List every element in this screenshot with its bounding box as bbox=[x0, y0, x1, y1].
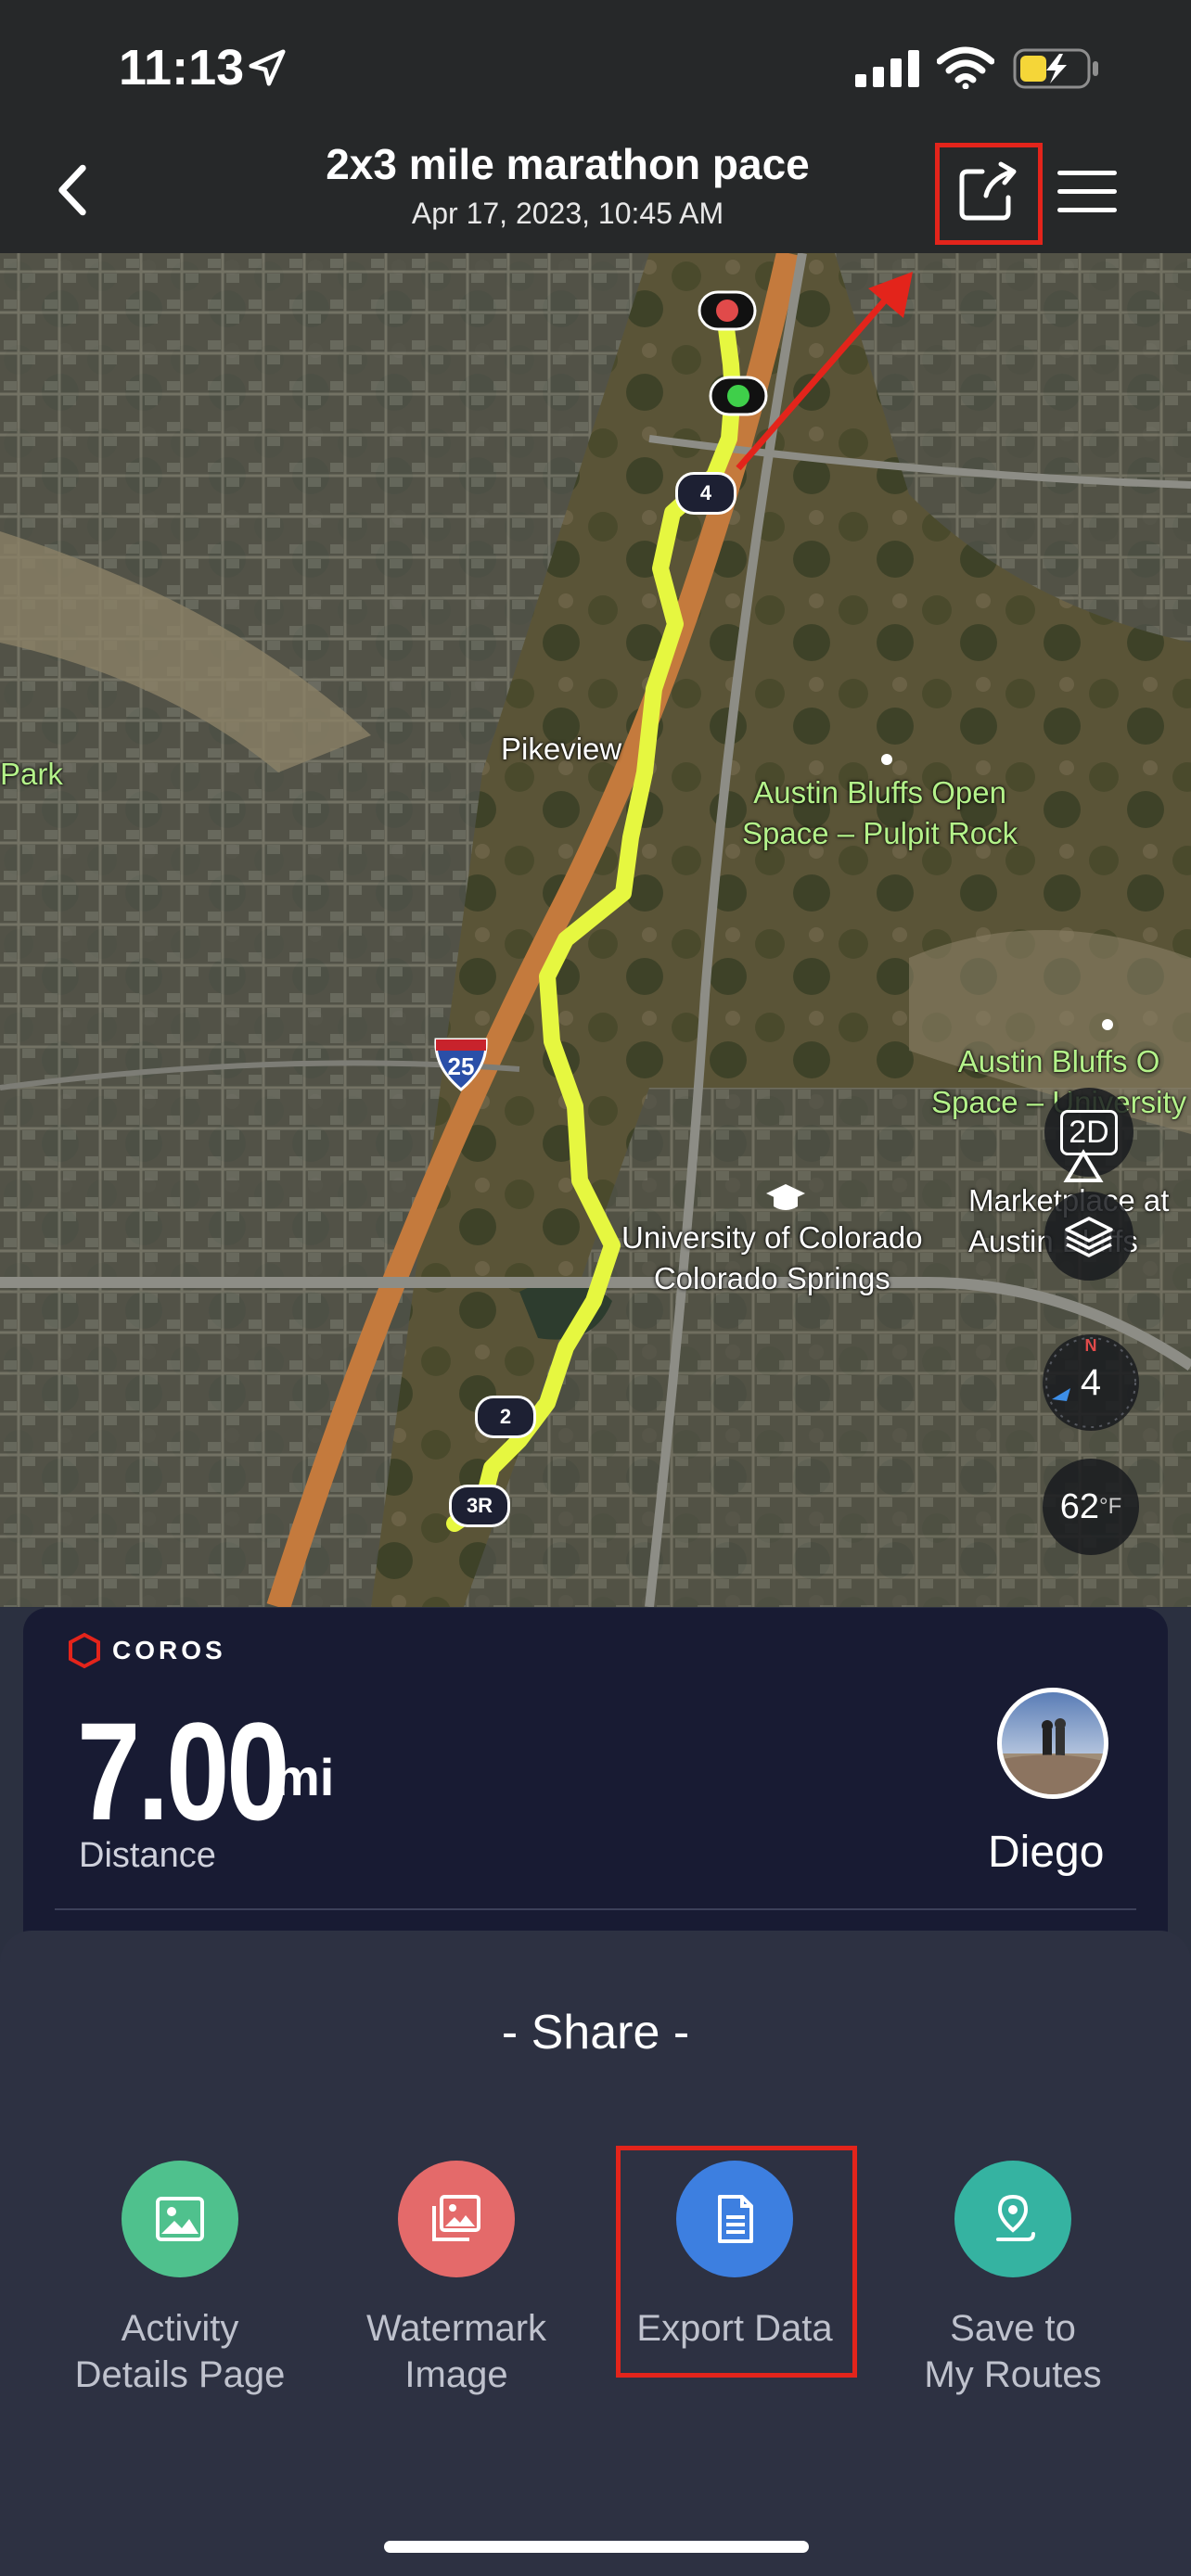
activity-header: 2x3 mile marathon pace Apr 17, 2023, 10:… bbox=[0, 130, 1191, 253]
brand-name: COROS bbox=[112, 1636, 226, 1664]
map-label-park: Park bbox=[0, 757, 63, 791]
avatar-photo bbox=[1002, 1718, 1104, 1794]
distance-unit: mi bbox=[274, 1748, 335, 1806]
card-divider bbox=[55, 1908, 1136, 1910]
satellite-map-background bbox=[0, 253, 1191, 1607]
compass-north-label: N bbox=[1084, 1336, 1097, 1355]
wifi-icon bbox=[937, 46, 994, 89]
share-option-label: Activity Details Page bbox=[74, 2308, 286, 2395]
mile-marker[interactable]: 3R bbox=[449, 1485, 510, 1527]
share-option-save-to-routes[interactable]: Save to My Routes bbox=[874, 2161, 1152, 2398]
map-layers-button[interactable] bbox=[1044, 1192, 1133, 1281]
share-option-label: Watermark Image bbox=[365, 2308, 547, 2395]
watermark-image-icon bbox=[398, 2161, 515, 2277]
share-button[interactable] bbox=[935, 143, 1043, 245]
compass-button[interactable]: N 4 bbox=[1043, 1334, 1139, 1431]
navigation-triangle-icon bbox=[1063, 1149, 1104, 1182]
share-option-label: Save to My Routes bbox=[924, 2308, 1102, 2395]
distance-value: 7.00 bbox=[77, 1693, 290, 1849]
cellular-signal-icon bbox=[855, 50, 919, 87]
poi-dot bbox=[881, 754, 892, 765]
share-sheet-title: - Share - bbox=[501, 2006, 690, 2060]
menu-icon[interactable] bbox=[1056, 167, 1119, 217]
map-label-pikeview: Pikeview bbox=[501, 732, 622, 766]
avatar[interactable] bbox=[997, 1688, 1108, 1799]
status-time: 11:13 bbox=[119, 40, 245, 96]
route-pin-icon bbox=[954, 2161, 1071, 2277]
start-marker[interactable] bbox=[709, 376, 768, 416]
weather-badge: 62 °F bbox=[1043, 1459, 1139, 1555]
temperature-unit: °F bbox=[1099, 1494, 1122, 1519]
map-label-uccs: University of Colorado Colorado Springs bbox=[621, 1220, 923, 1295]
battery-icon bbox=[1013, 48, 1098, 89]
share-option-watermark-image[interactable]: Watermark Image bbox=[317, 2161, 596, 2398]
layers-icon bbox=[1065, 1217, 1113, 1257]
map-label-austin-bluffs-pulpit: Austin Bluffs Open Space – Pulpit Rock bbox=[742, 775, 1018, 850]
school-icon bbox=[766, 1184, 805, 1210]
status-bar: 11:13 bbox=[0, 0, 1191, 139]
user-name: Diego bbox=[988, 1828, 1105, 1877]
activity-summary-card: COROS 7.00 mi Distance Diego bbox=[23, 1608, 1168, 1942]
mile-marker[interactable]: 4 bbox=[675, 472, 736, 515]
image-icon bbox=[122, 2161, 238, 2277]
interstate-shield-icon: 25 bbox=[432, 1036, 490, 1091]
export-data-highlight bbox=[616, 2146, 857, 2378]
end-marker[interactable] bbox=[698, 290, 757, 331]
route-map[interactable]: 4 2 3R Park Pikeview Austin Bluffs Open … bbox=[0, 253, 1191, 1607]
temperature-value: 62 bbox=[1059, 1486, 1099, 1526]
share-option-activity-details[interactable]: Activity Details Page bbox=[41, 2161, 319, 2398]
coros-logo: COROS bbox=[66, 1632, 226, 1669]
home-indicator[interactable] bbox=[384, 2541, 809, 2553]
interstate-number: 25 bbox=[447, 1052, 475, 1080]
coros-hexagon-icon bbox=[69, 1632, 100, 1669]
share-sheet: - Share - Activity Details Page Watermar… bbox=[0, 1931, 1191, 2576]
mile-marker[interactable]: 2 bbox=[475, 1396, 536, 1438]
share-export-icon bbox=[959, 161, 1017, 221]
poi-dot bbox=[1102, 1019, 1113, 1030]
location-arrow-icon bbox=[249, 49, 286, 86]
distance-label: Distance bbox=[79, 1836, 216, 1875]
